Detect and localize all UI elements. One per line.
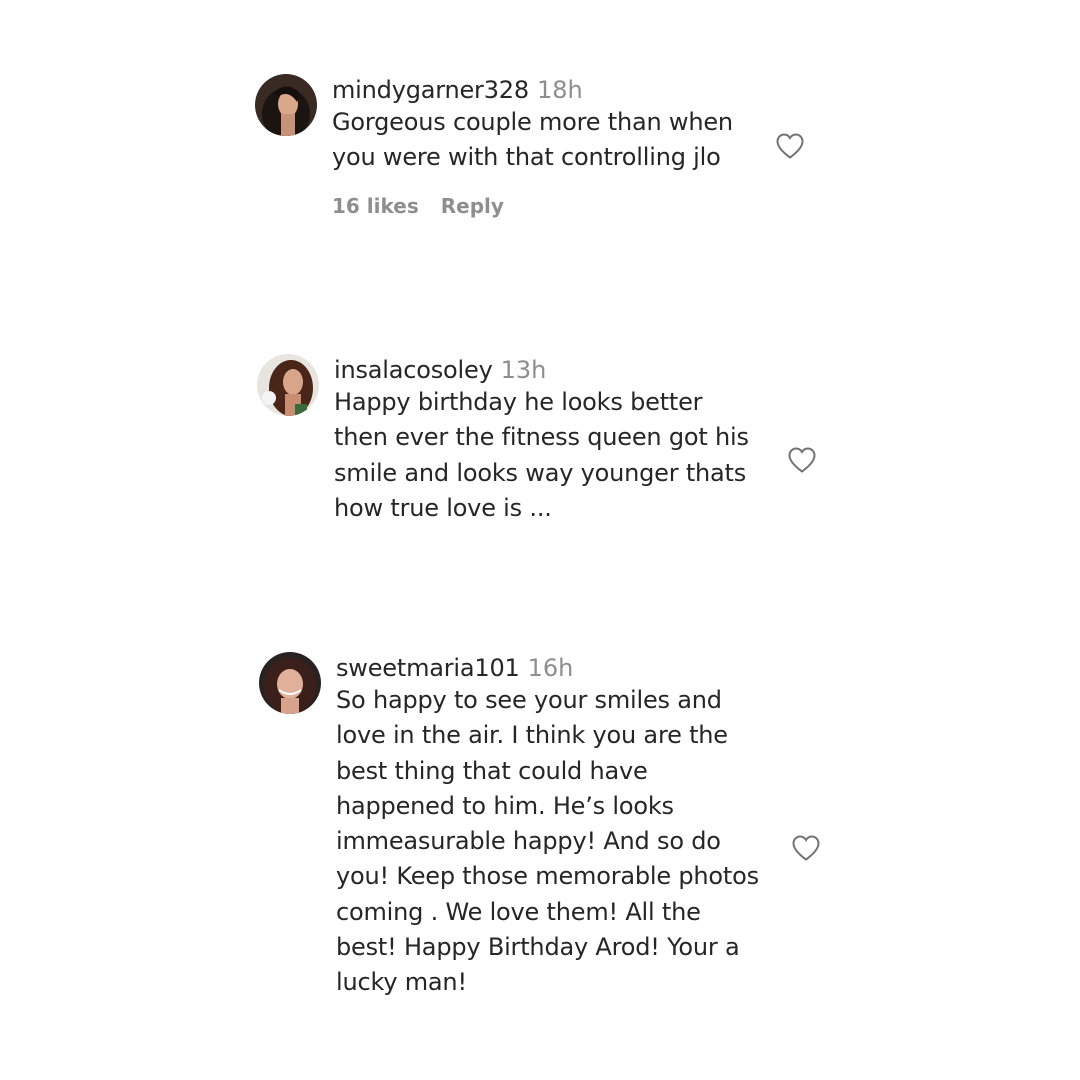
avatar[interactable]	[257, 354, 319, 416]
comment-meta: mindygarner328 18h	[332, 75, 733, 105]
comment-meta: sweetmaria101 16h	[336, 653, 759, 683]
heart-outline-icon[interactable]	[791, 834, 821, 862]
comment-body: insalacosoley 13h Happy birthday he looks…	[334, 355, 749, 526]
heart-outline-icon[interactable]	[775, 132, 805, 160]
username[interactable]: mindygarner328	[332, 76, 529, 104]
avatar[interactable]	[255, 74, 317, 136]
comment-text: Gorgeous couple more than when you were …	[332, 108, 733, 172]
comment-item: sweetmaria101 16h So happy to see your sm…	[259, 652, 759, 1001]
comment-text: So happy to see your smiles and love in …	[336, 686, 759, 997]
timestamp[interactable]: 18h	[537, 76, 583, 104]
comment-text: Happy birthday he looks better then ever…	[334, 388, 749, 522]
timestamp[interactable]: 16h	[528, 654, 574, 682]
comment-body: mindygarner328 18h Gorgeous couple more t…	[332, 75, 733, 218]
reply-button[interactable]: Reply	[441, 194, 504, 218]
avatar[interactable]	[259, 652, 321, 714]
heart-outline-icon[interactable]	[787, 446, 817, 474]
comment-actions: 16 likes Reply	[332, 194, 733, 218]
comment-body: sweetmaria101 16h So happy to see your sm…	[336, 653, 759, 1001]
username[interactable]: insalacosoley	[334, 356, 493, 384]
timestamp[interactable]: 13h	[501, 356, 547, 384]
comment-meta: insalacosoley 13h	[334, 355, 749, 385]
likes-count[interactable]: 16 likes	[332, 194, 419, 218]
comment-item: insalacosoley 13h Happy birthday he looks…	[257, 354, 749, 526]
comment-item: mindygarner328 18h Gorgeous couple more t…	[255, 74, 733, 218]
username[interactable]: sweetmaria101	[336, 654, 520, 682]
